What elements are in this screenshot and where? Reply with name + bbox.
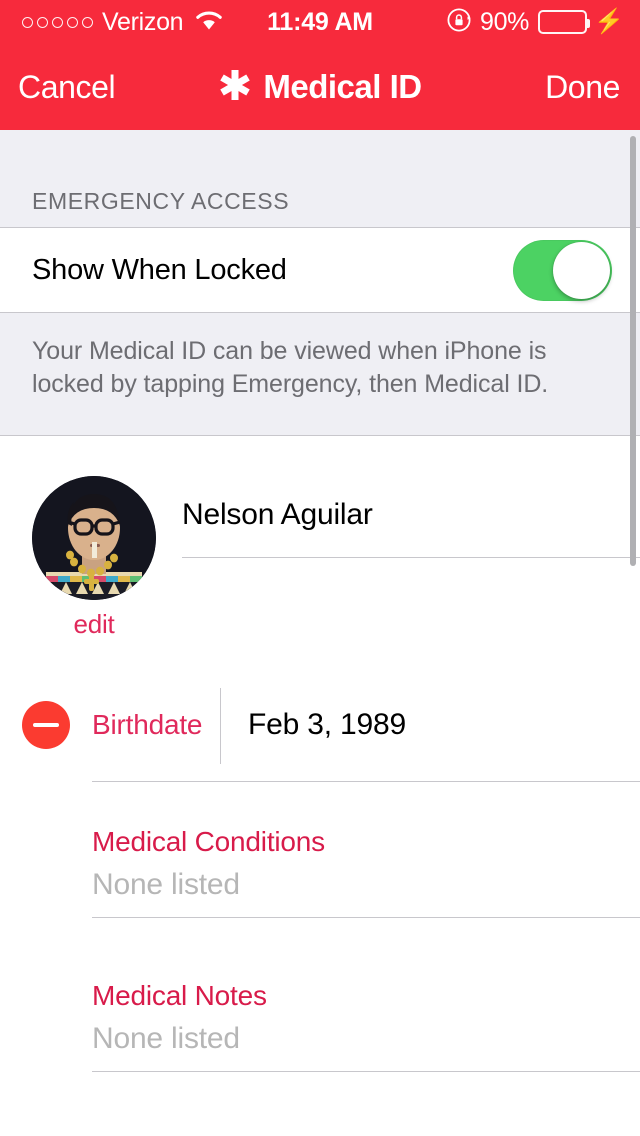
medical-id-form: edit Nelson Aguilar Birthdate Feb 3, 198… — [0, 435, 640, 1136]
emergency-access-footer: Your Medical ID can be viewed when iPhon… — [0, 313, 640, 435]
medical-notes-value: None listed — [92, 1022, 240, 1055]
show-when-locked-row[interactable]: Show When Locked — [0, 227, 640, 313]
birthdate-label: Birthdate — [92, 709, 203, 740]
clock: 11:49 AM — [267, 7, 373, 36]
name-value: Nelson Aguilar — [182, 498, 373, 531]
minus-circle-icon[interactable] — [22, 701, 70, 749]
emergency-access-section-header: EMERGENCY ACCESS — [0, 130, 640, 227]
birthdate-value[interactable]: Feb 3, 1989 — [248, 708, 406, 742]
medical-asterisk-icon — [218, 67, 252, 108]
battery-icon — [538, 10, 591, 34]
lightning-bolt-icon: ⚡ — [594, 8, 624, 35]
birthdate-row: Birthdate Feb 3, 1989 — [0, 686, 640, 782]
medical-conditions-field[interactable]: Medical Conditions None listed — [92, 826, 640, 918]
medical-conditions-underline — [92, 917, 640, 918]
name-field-underline — [182, 557, 640, 558]
medical-notes-underline — [92, 1071, 640, 1072]
status-bar-right: 90% ⚡ — [446, 0, 624, 44]
show-when-locked-toggle[interactable] — [513, 239, 612, 301]
cancel-button[interactable]: Cancel — [18, 69, 116, 106]
birthdate-divider — [220, 688, 221, 764]
edit-photo-link[interactable]: edit — [32, 609, 156, 640]
scroll-content[interactable]: EMERGENCY ACCESS Show When Locked Your M… — [0, 130, 640, 1136]
medical-notes-label: Medical Notes — [92, 980, 267, 1011]
medical-conditions-label: Medical Conditions — [92, 826, 325, 857]
vertical-scrollbar[interactable] — [630, 136, 636, 566]
rotation-lock-icon — [446, 7, 472, 38]
page-title-text: Medical ID — [263, 68, 422, 105]
medical-notes-field[interactable]: Medical Notes None listed — [92, 980, 640, 1072]
navigation-bar: Cancel Medical ID Done — [0, 44, 640, 130]
name-field[interactable]: Nelson Aguilar — [182, 476, 640, 558]
show-when-locked-label: Show When Locked — [32, 253, 287, 286]
profile-row: edit Nelson Aguilar — [0, 436, 640, 640]
status-bar: Verizon 11:49 AM 90% ⚡ — [0, 0, 640, 44]
avatar-wrapper: edit — [32, 476, 156, 640]
profile-photo[interactable] — [32, 476, 156, 600]
battery-percentage: 90% — [479, 7, 530, 36]
done-button[interactable]: Done — [545, 69, 620, 106]
birthdate-underline — [92, 781, 640, 782]
medical-conditions-value: None listed — [92, 868, 240, 901]
toggle-knob — [553, 241, 610, 299]
